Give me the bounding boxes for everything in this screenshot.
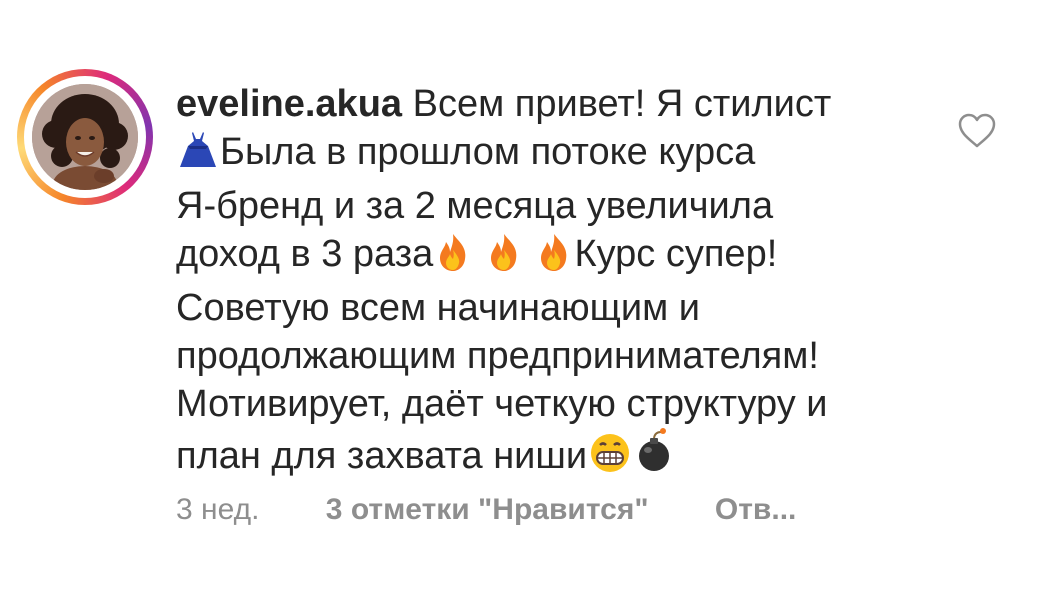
comment-meta: 3 нед. 3 отметки "Нравится" Отв... xyxy=(176,492,796,528)
comment: eveline.akua Всем привет! Я стилист Была… xyxy=(0,0,1041,610)
reply-button[interactable]: Отв... xyxy=(715,492,796,528)
comment-text-part1: Всем привет! Я стилист xyxy=(412,83,832,125)
like-button[interactable] xyxy=(957,113,997,149)
fire-emoji-icon xyxy=(534,232,574,284)
comment-body: eveline.akua Всем привет! Я стилист Была… xyxy=(176,80,936,486)
heart-outline-icon xyxy=(958,113,996,148)
comment-time: 3 нед. xyxy=(176,493,260,526)
fire-emoji-icon xyxy=(484,232,524,284)
grin-emoji-icon xyxy=(587,432,633,486)
fire-emoji-icon xyxy=(433,232,473,284)
story-ring[interactable] xyxy=(17,69,153,205)
username-link[interactable]: eveline.akua xyxy=(176,83,402,125)
bomb-emoji-icon xyxy=(633,428,675,486)
dress-emoji-icon xyxy=(176,130,220,182)
avatar[interactable] xyxy=(32,84,138,190)
avatar-photo xyxy=(32,84,138,190)
likes-count-link[interactable]: 3 отметки "Нравится" xyxy=(326,492,649,528)
